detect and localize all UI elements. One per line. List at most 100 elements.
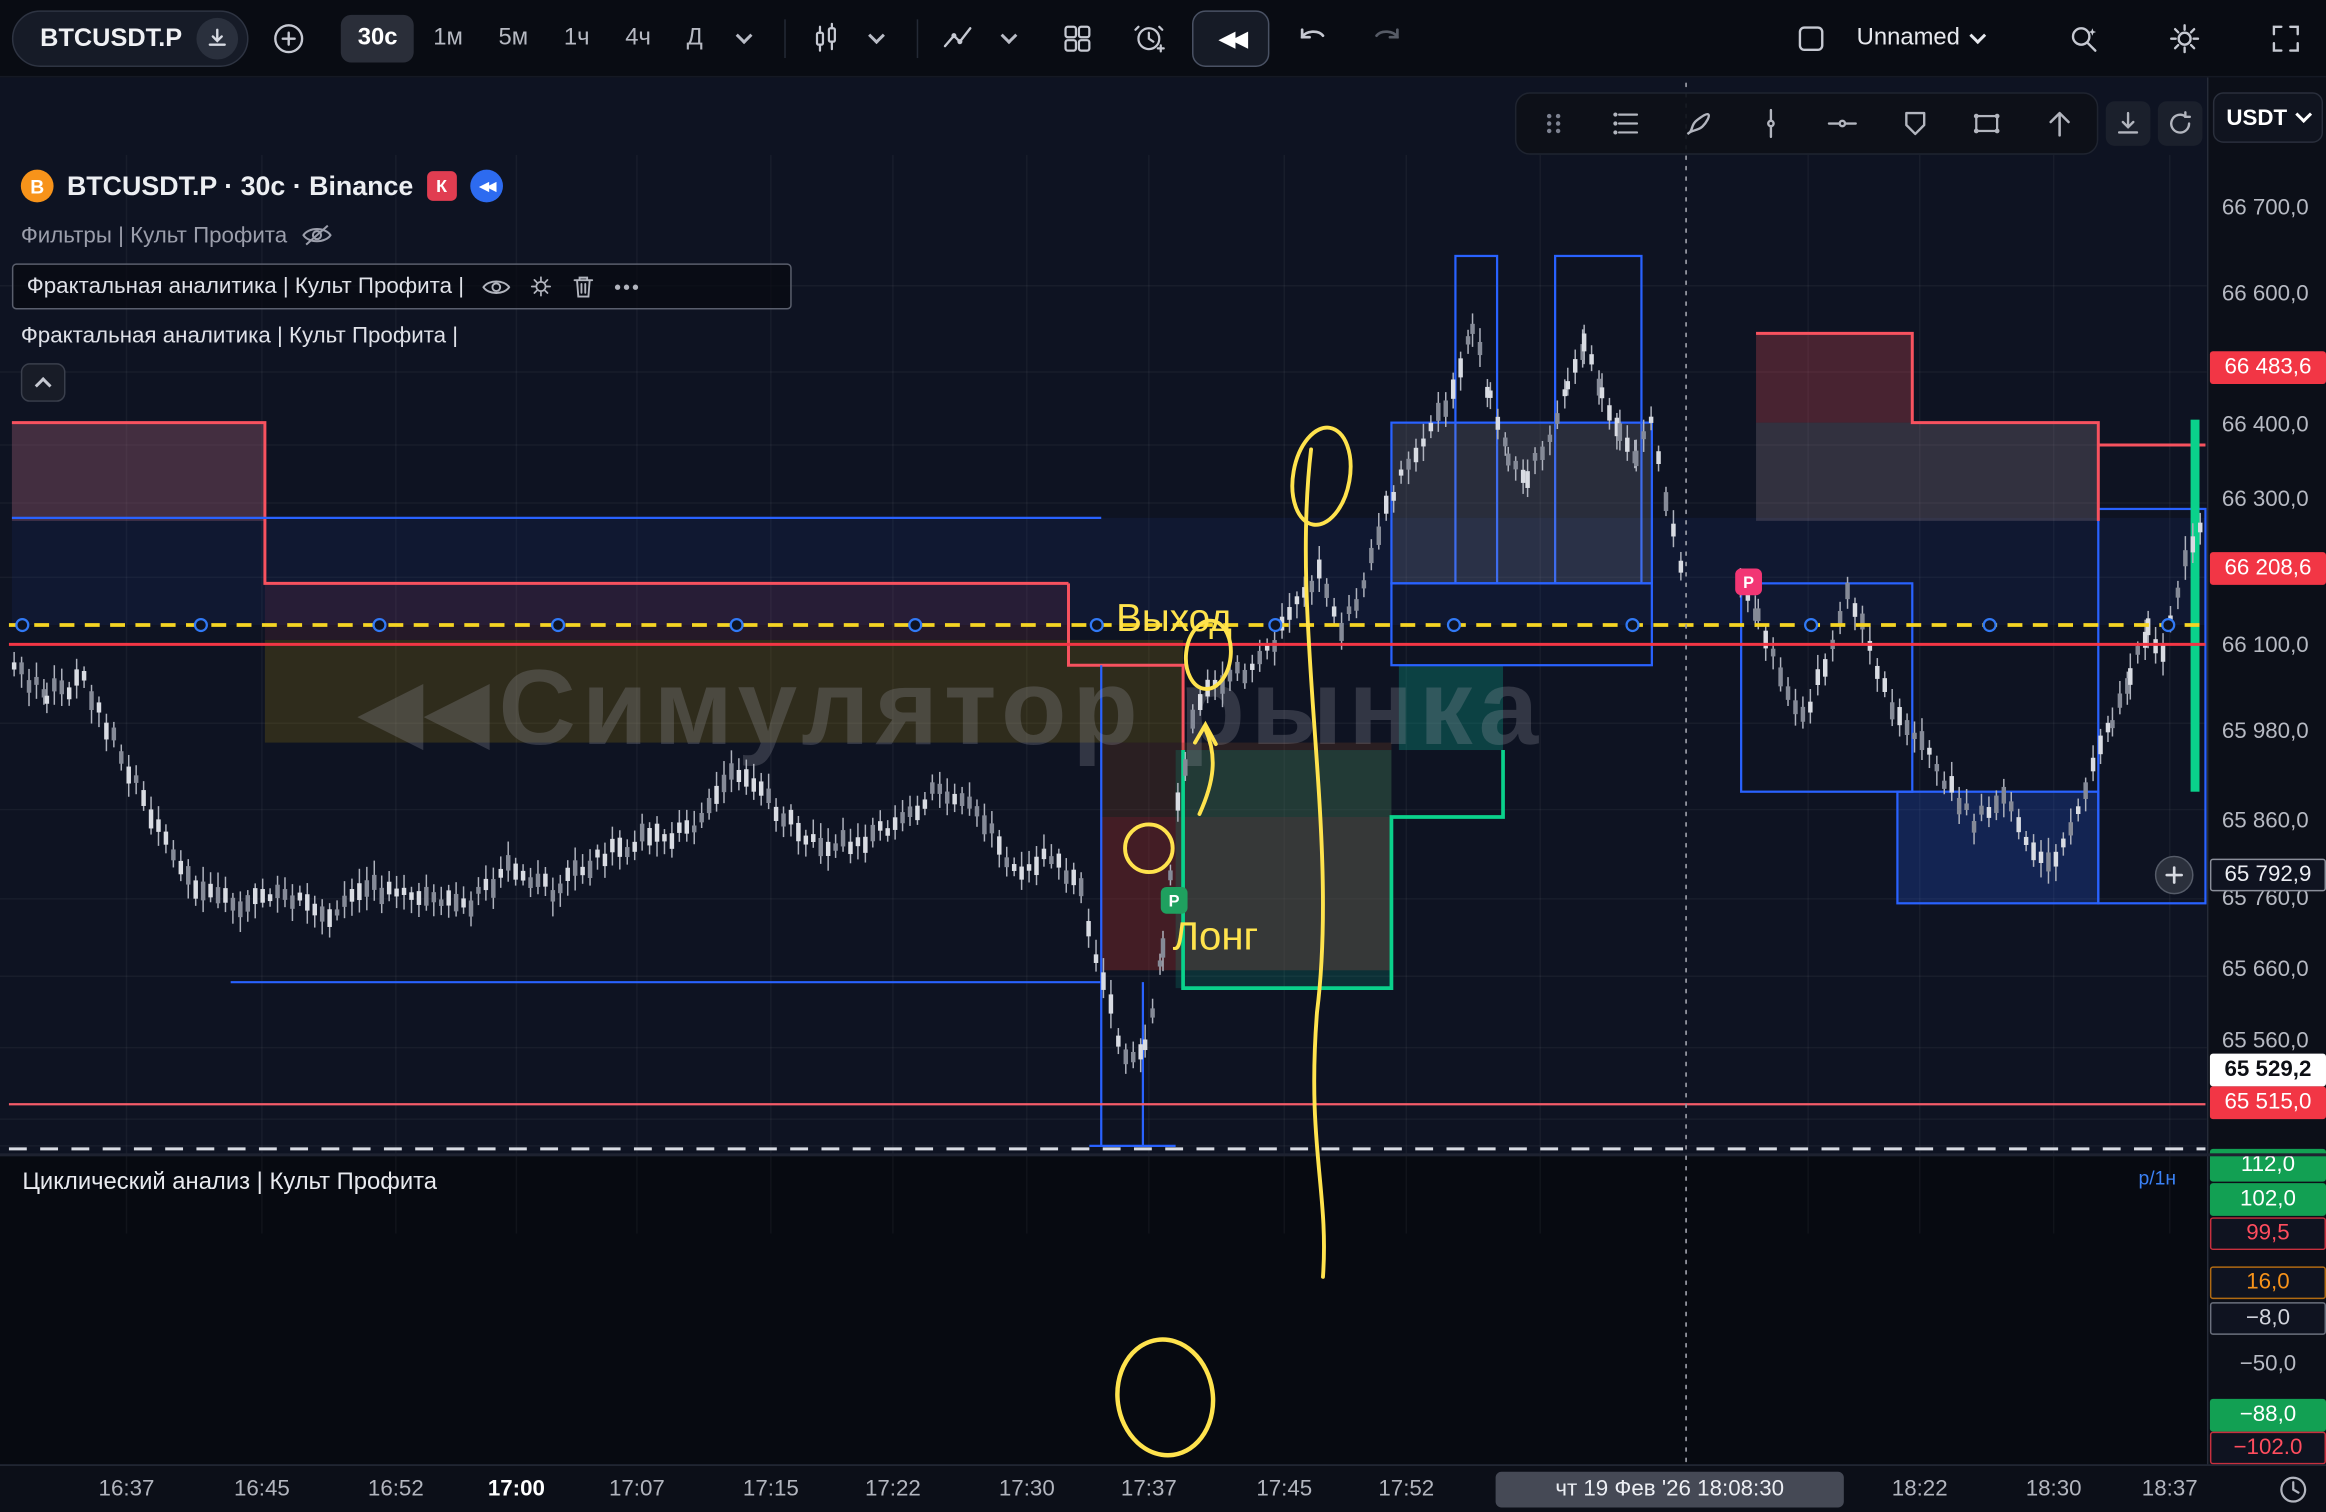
delete-indicator-icon[interactable]	[571, 274, 595, 299]
toolbar-right-group: Unnamed	[1785, 0, 2326, 77]
replay-active-icon: ◀◀	[470, 170, 503, 203]
redo-button[interactable]	[1362, 11, 1413, 65]
timeframe-more-button[interactable]	[719, 11, 770, 65]
eye-off-icon[interactable]	[302, 220, 332, 250]
download-chart-icon[interactable]	[2106, 101, 2151, 146]
chart-type-more-button[interactable]	[852, 11, 903, 65]
reset-chart-icon[interactable]	[2158, 101, 2203, 146]
indicator-row-selected[interactable]: Фрактальная аналитика | Культ Профита |	[12, 263, 792, 309]
undo-button[interactable]	[1288, 11, 1339, 65]
legend-main-row[interactable]: B BTCUSDT.P · 30с · Binance К ◀◀	[21, 170, 792, 203]
time-label: 17:15	[726, 1476, 815, 1501]
price-tag: −50,0	[2210, 1348, 2326, 1381]
btc-coin-icon: B	[21, 170, 54, 203]
time-axis[interactable]: 16:3716:4516:5217:0017:0717:1517:2217:30…	[0, 1464, 2326, 1512]
settings-gear-icon[interactable]	[2159, 12, 2210, 66]
simulator-watermark: ◀◀ Симулятор рынка	[357, 647, 1544, 767]
brush-tool-icon[interactable]	[1676, 101, 1721, 146]
currency-label: USDT	[2226, 105, 2287, 130]
price-tag: 65 529,2	[2210, 1054, 2326, 1087]
svg-text:P: P	[1743, 574, 1754, 592]
indicator-label-2: Фрактальная аналитика | Культ Профита |	[21, 323, 458, 348]
price-axis[interactable]: USDT 66 700,0 66 600,0 66 400,0 66 300,0 66 …	[2207, 77, 2326, 1464]
layout-name-button[interactable]: Unnamed	[1857, 25, 1984, 52]
fullscreen-icon[interactable]	[2261, 12, 2312, 66]
indicators-button[interactable]	[933, 11, 984, 65]
price-flag-tool-icon[interactable]	[1893, 101, 1938, 146]
timeframe-button-30с[interactable]: 30с	[341, 14, 413, 62]
filters-row[interactable]: Фильтры | Культ Профита	[21, 220, 792, 250]
drag-handle-icon[interactable]	[1531, 101, 1576, 146]
price-tag: 16,0	[2210, 1266, 2326, 1299]
session-clock-icon[interactable]	[2277, 1473, 2310, 1506]
chart-type-button[interactable]	[801, 11, 852, 65]
more-options-icon[interactable]	[613, 282, 640, 291]
add-order-button[interactable]	[2155, 856, 2194, 895]
rectangle-tool-icon[interactable]	[1965, 101, 2010, 146]
watermark-text: Симулятор рынка	[499, 647, 1545, 767]
quick-search-icon[interactable]	[2058, 12, 2109, 66]
timeframe-button-Д[interactable]: Д	[670, 14, 719, 62]
price-tag: −8,0	[2210, 1302, 2326, 1335]
horizontal-line-tool-icon[interactable]	[1820, 101, 1865, 146]
time-label: 16:45	[217, 1476, 306, 1501]
arrow-up-tool-icon[interactable]	[2037, 101, 2082, 146]
currency-selector[interactable]: USDT	[2213, 92, 2323, 143]
line-tools-icon[interactable]	[1604, 101, 1649, 146]
price-scale-label: 65 560,0	[2222, 1028, 2309, 1053]
timeframe-button-1м[interactable]: 1м	[417, 14, 479, 62]
price-tag: 65 792,9	[2210, 859, 2326, 892]
time-label: 18:22	[1875, 1476, 1964, 1501]
time-label: 17:45	[1240, 1476, 1329, 1501]
chart-pane[interactable]: ◀◀ Симулятор рынка P P B BTCUSDT.P · 30с …	[0, 77, 2207, 1156]
time-label: 18:37	[2125, 1476, 2214, 1501]
price-scale-label: 65 660,0	[2222, 957, 2309, 982]
indicators-more-button[interactable]	[984, 11, 1035, 65]
price-scale-label: 66 300,0	[2222, 487, 2309, 512]
time-label: 16:52	[351, 1476, 440, 1501]
indicator-settings-icon[interactable]	[528, 274, 553, 299]
period-label: p/1н	[2138, 1167, 2176, 1189]
alert-button[interactable]	[1124, 11, 1175, 65]
svg-text:P: P	[1169, 892, 1180, 910]
top-toolbar: BTCUSDT.P 30с1м5м1ч4чД ◀◀	[0, 0, 2326, 77]
trading-simulator-app: BTCUSDT.P 30с1м5м1ч4чД ◀◀	[0, 0, 2326, 1512]
pane-separator[interactable]	[0, 1153, 2326, 1156]
replay-button[interactable]: ◀◀	[1192, 10, 1269, 67]
indicator-row-2[interactable]: Фрактальная аналитика | Культ Профита |	[21, 323, 792, 348]
legend-collapse-button[interactable]	[21, 363, 66, 402]
toolbar-divider	[917, 19, 918, 58]
chevron-down-icon	[1969, 27, 1986, 44]
rewind-icon: ◀◀	[1218, 25, 1243, 52]
symbol-button[interactable]: BTCUSDT.P	[12, 10, 249, 67]
price-tag: −102.0	[2210, 1432, 2326, 1465]
symbol-label: BTCUSDT.P	[40, 23, 182, 53]
watermark-rewind-icon: ◀◀	[357, 663, 490, 759]
eye-icon[interactable]	[482, 275, 510, 299]
price-tag: 66 208,6	[2210, 552, 2326, 585]
symbol-download-icon[interactable]	[197, 17, 239, 59]
time-label: 17:00	[472, 1476, 561, 1501]
indicator-label: Фрактальная аналитика | Культ Профита |	[27, 274, 464, 299]
timeframe-button-1ч[interactable]: 1ч	[548, 14, 606, 62]
price-tag: −88,0	[2210, 1399, 2326, 1432]
drawing-toolbar	[1515, 92, 2098, 155]
time-label: 18:30	[2009, 1476, 2098, 1501]
layout-name-label: Unnamed	[1857, 25, 1960, 52]
price-scale-label: 66 700,0	[2222, 195, 2309, 220]
add-symbol-button[interactable]	[264, 11, 315, 65]
price-scale-label: 66 400,0	[2222, 412, 2309, 437]
layout-grid-button[interactable]	[1052, 11, 1103, 65]
layout-single-icon[interactable]	[1785, 12, 1836, 66]
price-tag: 66 483,6	[2210, 351, 2326, 384]
vertical-line-tool-icon[interactable]	[1748, 101, 1793, 146]
timeframe-list: 30с1м5м1ч4чД	[341, 14, 719, 62]
price-tag: 99,5	[2210, 1217, 2326, 1250]
price-scale-label: 66 600,0	[2222, 281, 2309, 306]
legend-symbol-title[interactable]: BTCUSDT.P · 30с · Binance	[67, 170, 413, 201]
price-scale-label: 66 100,0	[2222, 632, 2309, 657]
timeframe-button-5м[interactable]: 5м	[482, 14, 544, 62]
timeframe-button-4ч[interactable]: 4ч	[609, 14, 667, 62]
oscillator-title[interactable]: Циклический анализ | Культ Профита	[22, 1170, 437, 1197]
chart-legend: B BTCUSDT.P · 30с · Binance К ◀◀ Фильтры…	[21, 170, 792, 402]
